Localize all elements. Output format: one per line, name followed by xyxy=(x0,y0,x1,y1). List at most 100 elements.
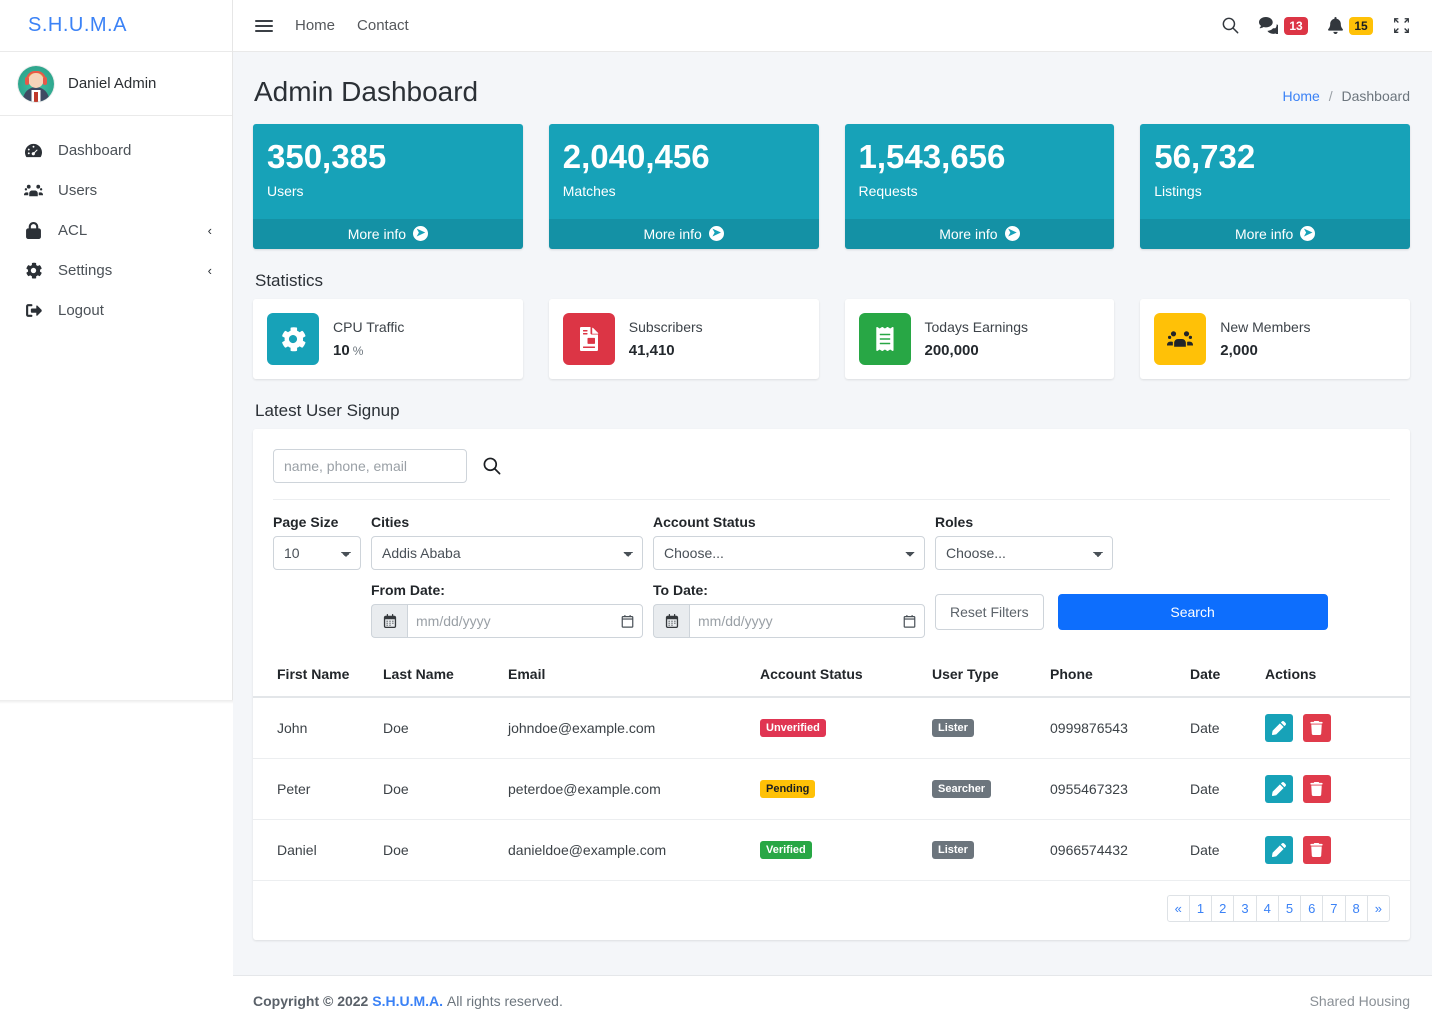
footer-brand-link[interactable]: S.H.U.M.A. xyxy=(372,993,443,1009)
user-type-badge: Searcher xyxy=(932,780,992,799)
hamburger-icon[interactable] xyxy=(255,19,273,32)
more-info-link[interactable]: More info ➤ xyxy=(253,218,523,249)
breadcrumb: Home / Dashboard xyxy=(1282,88,1410,104)
pagination-page-4[interactable]: 4 xyxy=(1255,894,1279,922)
pagination-page-8[interactable]: 8 xyxy=(1344,894,1368,922)
infobox-label: Matches xyxy=(562,182,616,199)
infobox-value: 350,385 xyxy=(267,138,387,175)
page-size-select[interactable]: 10 xyxy=(273,535,361,570)
pagination-wrap: « 1 2 3 4 5 6 7 8 » xyxy=(253,881,1410,940)
column-header-date: Date xyxy=(1190,651,1265,698)
infobox-label: Users xyxy=(267,182,304,199)
pagination-page-2[interactable]: 2 xyxy=(1211,894,1235,922)
search-icon[interactable] xyxy=(1222,17,1239,34)
from-date-input[interactable]: mm/dd/yyyy xyxy=(407,603,643,638)
breadcrumb-home[interactable]: Home xyxy=(1282,88,1319,104)
delete-button[interactable] xyxy=(1302,713,1331,742)
pagination-page-3[interactable]: 3 xyxy=(1233,894,1257,922)
footer: Copyright © 2022 S.H.U.M.A. All rights r… xyxy=(233,975,1432,1025)
file-invoice-icon xyxy=(562,312,615,365)
calendar-icon[interactable] xyxy=(653,603,689,638)
search-input[interactable] xyxy=(273,448,467,483)
edit-button[interactable] xyxy=(1265,774,1293,803)
more-info-link[interactable]: More info ➤ xyxy=(1140,218,1410,249)
sidebar-user-panel[interactable]: Daniel Admin xyxy=(0,52,232,116)
cell-user-type: Searcher xyxy=(932,758,1050,820)
statistics-row: CPU Traffic 10% Subscribers 41,410 Today… xyxy=(253,298,1410,379)
table-row[interactable]: Peter Doe peterdoe@example.com Pending S… xyxy=(253,758,1410,820)
statbox-value: 41,410 xyxy=(628,341,675,359)
statbox-value-wrap: 200,000 xyxy=(925,342,1029,359)
brand[interactable]: S.H.U.M.A xyxy=(0,0,232,52)
search-submit-icon-button[interactable] xyxy=(481,455,503,477)
fullscreen-icon[interactable] xyxy=(1393,17,1410,34)
filter-cities: Cities Addis Ababa xyxy=(371,514,643,570)
cell-account-status: Verified xyxy=(760,819,932,881)
cell-actions xyxy=(1265,819,1410,881)
search-button[interactable]: Search xyxy=(1057,593,1328,630)
topnav-link-contact[interactable]: Contact xyxy=(357,17,409,34)
statbox-subscribers: Subscribers 41,410 xyxy=(548,298,819,379)
cell-last-name: Doe xyxy=(383,758,508,820)
statbox-text: Subscribers 41,410 xyxy=(629,319,703,359)
bell-icon[interactable]: 15 xyxy=(1328,16,1373,35)
pagination-page-5[interactable]: 5 xyxy=(1277,894,1302,922)
breadcrumb-current: Dashboard xyxy=(1341,88,1411,104)
infobox-users: 350,385 Users More info ➤ xyxy=(253,124,523,249)
infobox-label: Listings xyxy=(1154,182,1202,199)
edit-button[interactable] xyxy=(1265,835,1293,864)
cell-email: danieldoe@example.com xyxy=(508,819,760,881)
edit-button[interactable] xyxy=(1265,713,1293,742)
table-row[interactable]: Daniel Doe danieldoe@example.com Verifie… xyxy=(253,819,1410,881)
receipt-icon xyxy=(858,312,911,365)
infobox-listings: 56,732 Listings More info ➤ xyxy=(1140,124,1410,249)
from-date-label: From Date: xyxy=(371,581,445,598)
date-picker-icon[interactable] xyxy=(621,614,634,628)
more-info-link[interactable]: More info ➤ xyxy=(844,218,1115,249)
main-area: Home Contact 13 15 Admin Dashboard Home … xyxy=(233,0,1432,1025)
sidebar-item-logout[interactable]: Logout xyxy=(0,290,232,330)
calendar-icon[interactable] xyxy=(371,603,407,638)
chevron-left-icon: ‹ xyxy=(207,222,212,238)
tachometer-icon xyxy=(22,142,44,159)
sidebar-item-acl[interactable]: ACL ‹ xyxy=(0,210,232,250)
roles-select[interactable]: Choose... xyxy=(935,535,1113,570)
arrow-circle-right-icon: ➤ xyxy=(1004,226,1020,242)
brand-text: S.H.U.M.A xyxy=(28,14,127,36)
column-header-last-name: Last Name xyxy=(383,651,508,698)
date-picker-icon[interactable] xyxy=(903,614,916,628)
table-row[interactable]: John Doe johndoe@example.com Unverified … xyxy=(253,696,1410,759)
pagination-page-7[interactable]: 7 xyxy=(1322,894,1346,922)
chevron-left-icon: ‹ xyxy=(207,262,212,278)
pagination-prev[interactable]: « xyxy=(1166,894,1190,922)
cities-label: Cities xyxy=(371,513,410,530)
statbox-todays-earnings: Todays Earnings 200,000 xyxy=(844,298,1115,379)
to-date-input[interactable]: mm/dd/yyyy xyxy=(689,603,925,638)
search-row xyxy=(273,448,1390,500)
account-status-select[interactable]: Choose... xyxy=(653,535,925,570)
filter-cities-col: Cities Addis Ababa From Date: mm/dd/yyyy xyxy=(371,514,643,638)
reset-filters-button[interactable]: Reset Filters xyxy=(935,593,1044,630)
statbox-text: Todays Earnings 200,000 xyxy=(925,319,1029,359)
from-date-placeholder: mm/dd/yyyy xyxy=(416,612,491,629)
pagination-next[interactable]: » xyxy=(1366,894,1390,922)
sidebar-item-settings[interactable]: Settings ‹ xyxy=(0,250,232,290)
arrow-circle-right-icon: ➤ xyxy=(708,226,724,242)
topnav-link-home[interactable]: Home xyxy=(295,17,335,34)
cities-select[interactable]: Addis Ababa xyxy=(371,535,643,570)
pagination-page-1[interactable]: 1 xyxy=(1188,894,1213,922)
users-table: First Name Last Name Email Account Statu… xyxy=(253,651,1410,881)
sidebar-item-dashboard[interactable]: Dashboard xyxy=(0,130,232,170)
sidebar-user-name: Daniel Admin xyxy=(68,75,157,92)
statbox-label: New Members xyxy=(1220,318,1311,335)
sidebar-nav: Dashboard Users ACL ‹ Settings ‹ Logout xyxy=(0,116,232,330)
delete-button[interactable] xyxy=(1302,774,1331,803)
delete-button[interactable] xyxy=(1302,835,1331,864)
sidebar-item-users[interactable]: Users xyxy=(0,170,232,210)
chat-icon[interactable]: 13 xyxy=(1259,16,1308,35)
pagination-page-6[interactable]: 6 xyxy=(1300,894,1324,922)
more-info-link[interactable]: More info ➤ xyxy=(548,218,819,249)
infobox-matches: 2,040,456 Matches More info ➤ xyxy=(548,124,819,249)
topbar-left: Home Contact xyxy=(233,17,409,34)
gear-icon xyxy=(267,312,319,365)
